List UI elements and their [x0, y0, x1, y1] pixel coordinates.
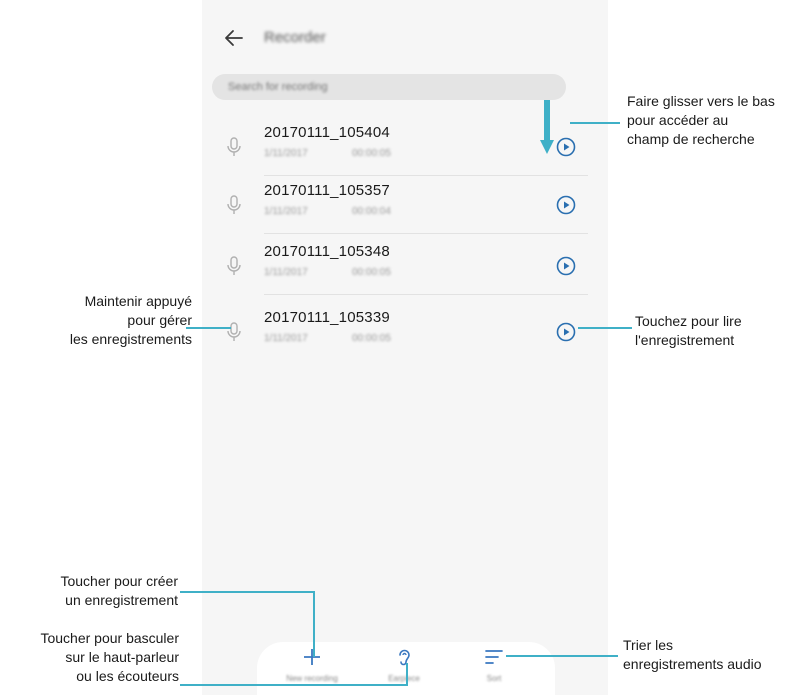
- sort-icon: [459, 646, 529, 668]
- play-icon[interactable]: [555, 321, 577, 343]
- sort-button[interactable]: Sort: [459, 646, 529, 692]
- microphone-icon: [224, 255, 244, 277]
- hold-leader-line: [186, 327, 231, 329]
- swipe-annotation: Faire glisser vers le bas pour accéder a…: [627, 93, 775, 147]
- create-leader-line-vertical: [313, 591, 315, 657]
- search-bar[interactable]: [212, 74, 566, 100]
- list-item[interactable]: 20170111_105348 1/11/2017 00:00:05: [202, 237, 608, 295]
- search-input[interactable]: [212, 74, 566, 100]
- swipe-down-arrow-icon: [540, 100, 554, 156]
- page-title: Recorder: [264, 29, 326, 46]
- recording-date: 1/11/2017: [264, 333, 308, 344]
- microphone-icon: [224, 136, 244, 158]
- create-leader-line: [180, 591, 314, 593]
- recording-name: 20170111_105357: [264, 182, 390, 199]
- list-item[interactable]: 20170111_105339 1/11/2017 00:00:05: [202, 303, 608, 361]
- recording-duration: 00:00:05: [352, 267, 391, 278]
- play-icon[interactable]: [555, 194, 577, 216]
- plus-icon: [277, 646, 347, 668]
- play-leader-line: [578, 327, 632, 329]
- ear-icon: [369, 646, 439, 668]
- back-arrow-icon[interactable]: [222, 26, 246, 50]
- speaker-leader-line: [180, 684, 408, 686]
- swipe-leader-line: [570, 122, 620, 124]
- recording-duration: 00:00:05: [352, 148, 391, 159]
- microphone-icon: [224, 321, 244, 343]
- hold-annotation: Maintenir appuyé pour gérer les enregist…: [69, 293, 192, 347]
- recording-date: 1/11/2017: [264, 267, 308, 278]
- play-icon[interactable]: [555, 136, 577, 158]
- sort-label: Sort: [486, 674, 502, 683]
- recording-name: 20170111_105339: [264, 309, 390, 326]
- recording-duration: 00:00:04: [352, 206, 391, 217]
- divider: [264, 294, 588, 295]
- sort-leader-line: [506, 655, 618, 657]
- recording-date: 1/11/2017: [264, 206, 308, 217]
- play-icon[interactable]: [555, 255, 577, 277]
- speaker-annotation: Toucher pour basculer sur le haut-parleu…: [40, 630, 179, 684]
- sort-annotation: Trier les enregistrements audio: [623, 637, 762, 672]
- recording-name: 20170111_105404: [264, 124, 390, 141]
- divider: [264, 233, 588, 234]
- speaker-leader-line-vertical: [406, 663, 408, 685]
- play-annotation: Touchez pour lire l'enregistrement: [635, 313, 742, 348]
- list-item[interactable]: 20170111_105357 1/11/2017 00:00:04: [202, 176, 608, 234]
- microphone-icon: [224, 194, 244, 216]
- recording-duration: 00:00:05: [352, 333, 391, 344]
- create-annotation: Toucher pour créer un enregistrement: [60, 573, 178, 608]
- recording-name: 20170111_105348: [264, 243, 390, 260]
- earpiece-label: Earpiece: [388, 674, 420, 683]
- new-recording-label: New recording: [286, 674, 338, 683]
- recording-date: 1/11/2017: [264, 148, 308, 159]
